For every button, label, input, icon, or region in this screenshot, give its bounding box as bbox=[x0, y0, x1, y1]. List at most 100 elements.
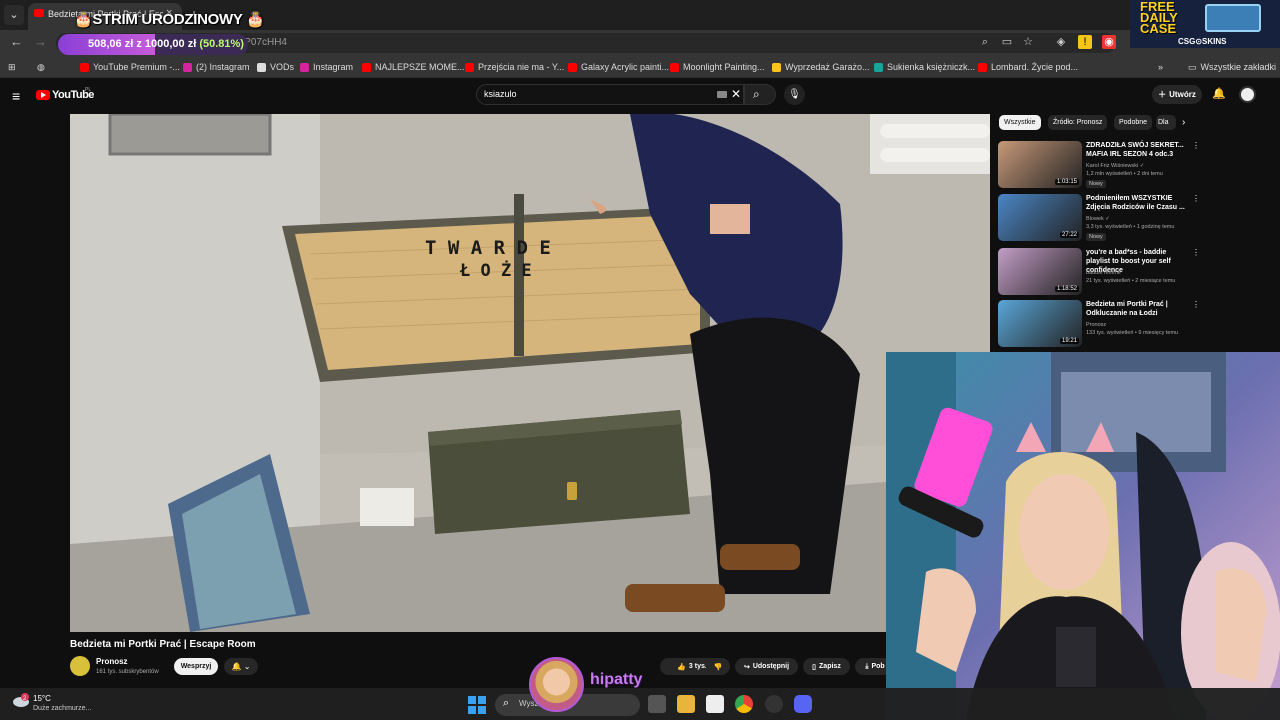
extension-red-icon[interactable]: ◉ bbox=[1102, 35, 1116, 49]
bookmarks-overflow-icon[interactable]: » bbox=[1158, 60, 1163, 74]
recommendation-channel[interactable]: Karol Friz Wiśniewski ✓ bbox=[1086, 162, 1196, 170]
bookmark-item[interactable]: Instagram bbox=[300, 60, 353, 74]
bookmark-item[interactable]: Sukienka księżniczk... bbox=[874, 60, 975, 74]
account-avatar[interactable] bbox=[1239, 86, 1256, 103]
apps-grid-icon[interactable]: ⊞ bbox=[8, 60, 16, 74]
bookmark-label: Sukienka księżniczk... bbox=[887, 62, 976, 72]
bookmark-item[interactable]: Wyprzedaż Garażo... bbox=[772, 60, 869, 74]
share-label: Udostępnij bbox=[752, 663, 790, 670]
recommendation-thumbnail[interactable]: 19:21 bbox=[998, 300, 1082, 347]
weather-temperature: 15°C bbox=[33, 694, 51, 703]
bookmark-label: Instagram bbox=[313, 62, 354, 72]
recommendation-channel[interactable]: baddie femme bbox=[1086, 269, 1196, 277]
share-button[interactable]: ↪ Udostępnij bbox=[735, 658, 798, 675]
recommendation-item[interactable]: 1:18:52 you're a bad*ss - baddie playlist… bbox=[998, 248, 1200, 298]
channel-name[interactable]: Pronosz bbox=[96, 657, 128, 666]
goal-percentage: (50.81%) bbox=[199, 38, 244, 50]
recommendation-thumbnail[interactable]: 27:22 bbox=[998, 194, 1082, 241]
bookmark-item[interactable]: (2) Instagram bbox=[183, 60, 250, 74]
webcam-frame bbox=[886, 352, 1280, 720]
extension-yellow-icon[interactable]: ! bbox=[1078, 35, 1092, 49]
more-options-icon[interactable]: ⋮ bbox=[1192, 194, 1200, 203]
more-options-icon[interactable]: ⋮ bbox=[1192, 248, 1200, 257]
more-options-icon[interactable]: ⋮ bbox=[1192, 300, 1200, 309]
bookmark-item[interactable]: VODs bbox=[257, 60, 294, 74]
recommendation-channel[interactable]: Blowek ✓ bbox=[1086, 215, 1196, 223]
video-duration: 1:18:52 bbox=[1054, 286, 1079, 292]
recommendation-channel[interactable]: Pronosz bbox=[1086, 321, 1196, 329]
more-options-icon[interactable]: ⋮ bbox=[1192, 141, 1200, 150]
donation-goal-text: 508,06 zł z 1000,00 zł (50.81%) bbox=[88, 38, 244, 50]
chip-source[interactable]: Źródło: Pronosz bbox=[1048, 115, 1108, 130]
bookmark-item[interactable]: Lombard. Życie pod... bbox=[978, 60, 1078, 74]
recommendation-thumbnail[interactable]: 1:03:15 bbox=[998, 141, 1082, 188]
youtube-region-label: PL bbox=[85, 87, 92, 93]
share-arrow-icon: ↪ bbox=[743, 663, 750, 671]
recommendation-meta: 1,2 mln wyświetleń • 2 dni temu bbox=[1086, 171, 1163, 177]
save-label: Zapisz bbox=[819, 663, 841, 670]
bookmark-label: Wyprzedaż Garażo... bbox=[785, 62, 870, 72]
recommendation-item[interactable]: 1:03:15 ZDRADZIŁA SWÓJ SEKRET... MAFIA IR… bbox=[998, 141, 1200, 191]
bookmark-item[interactable]: Galaxy Acrylic painti... bbox=[568, 60, 669, 74]
recommendation-title[interactable]: Bedzieta mi Portki Prać | Odkluczanie na… bbox=[1086, 300, 1186, 318]
weather-cloud-icon[interactable]: 2 bbox=[12, 693, 30, 707]
chip-related[interactable]: Podobne bbox=[1114, 115, 1153, 130]
all-bookmarks-folder[interactable]: ▭ Wszystkie zakładki bbox=[1188, 60, 1276, 74]
extension-icon[interactable]: ◈ bbox=[1054, 35, 1068, 49]
like-count: 3 tys. bbox=[688, 663, 707, 670]
bookmark-item[interactable]: YouTube Premium -... bbox=[80, 60, 180, 74]
video-player[interactable]: T W A R D E Ł O Ż E bbox=[70, 114, 990, 632]
subscriber-count: 161 tys. subskrybentów bbox=[96, 669, 159, 675]
recommendation-meta: 3,3 tys. wyświetleń • 1 godzinę temu bbox=[1086, 224, 1175, 230]
store-icon[interactable] bbox=[706, 695, 724, 713]
bookmark-favicon-icon bbox=[257, 62, 266, 72]
recommendation-title[interactable]: Podmieniłem WSZYSTKIE Zdjęcia Rodziców i… bbox=[1086, 194, 1186, 212]
promo-case: CASE bbox=[1140, 21, 1177, 36]
recommendation-thumbnail[interactable]: 1:18:52 bbox=[998, 248, 1082, 295]
streamer-name: hipatty bbox=[590, 671, 643, 688]
plus-icon: ＋ bbox=[1158, 90, 1167, 99]
recommendation-title[interactable]: ZDRADZIŁA SWÓJ SEKRET... MAFIA IRL SEZON… bbox=[1086, 141, 1186, 159]
chip-all[interactable]: Wszystkie bbox=[999, 115, 1041, 130]
dislike-button[interactable]: 👎 bbox=[706, 658, 730, 675]
recommendation-item[interactable]: 27:22 Podmieniłem WSZYSTKIE Zdjęcia Rodzi… bbox=[998, 194, 1200, 244]
bookmark-star-icon[interactable]: ☆ bbox=[1021, 35, 1035, 49]
bookmark-label: (2) Instagram bbox=[196, 62, 250, 72]
hamburger-menu-icon[interactable]: ≡ bbox=[12, 88, 20, 104]
file-explorer-icon[interactable] bbox=[677, 695, 695, 713]
notification-bell-button[interactable]: 🔔 ⌄ bbox=[224, 658, 258, 675]
keyboard-icon[interactable] bbox=[717, 91, 727, 98]
bookmark-favicon-icon bbox=[80, 62, 89, 72]
clear-search-icon[interactable]: ✕ bbox=[731, 87, 741, 101]
bookmark-item[interactable]: NAJLEPSZE MOME... bbox=[362, 60, 465, 74]
search-button[interactable] bbox=[744, 84, 776, 105]
discord-icon[interactable] bbox=[794, 695, 812, 713]
create-button[interactable]: ＋ Utwórz bbox=[1152, 85, 1202, 104]
youtube-logo-icon[interactable] bbox=[36, 90, 50, 100]
bookmark-item[interactable]: Przejścia nie ma - Y... bbox=[465, 60, 564, 74]
cast-icon[interactable]: ▭ bbox=[1000, 35, 1014, 49]
recommendation-item[interactable]: 19:21 Bedzieta mi Portki Prać | Odkluczan… bbox=[998, 300, 1200, 350]
channel-avatar[interactable] bbox=[70, 656, 90, 676]
notifications-bell-icon[interactable]: 🔔 bbox=[1212, 87, 1226, 100]
zoom-icon[interactable]: ⌕ bbox=[978, 35, 992, 49]
tab-search-chevron-icon[interactable]: ⌄ bbox=[4, 5, 24, 25]
back-arrow-icon[interactable]: ← bbox=[10, 34, 23, 49]
app-icon[interactable] bbox=[765, 695, 783, 713]
save-button[interactable]: ▯ Zapisz bbox=[803, 658, 850, 675]
chevron-right-icon[interactable]: › bbox=[1182, 117, 1185, 128]
stream-title: 🎂STRIM URODZINOWY 🎂 bbox=[74, 11, 265, 28]
sign-line-1: T W A R D E bbox=[425, 237, 551, 259]
bookmark-favicon-icon bbox=[772, 62, 781, 72]
bookmark-icon: ▯ bbox=[812, 663, 817, 671]
microphone-icon[interactable]: 🎙 bbox=[784, 84, 805, 105]
chrome-icon[interactable] bbox=[735, 695, 753, 713]
windows-start-icon[interactable] bbox=[468, 696, 486, 714]
task-view-icon[interactable] bbox=[648, 695, 666, 713]
bookmark-pinned-icon[interactable]: ◍ bbox=[37, 60, 45, 74]
support-button[interactable]: Wesprzyj bbox=[174, 658, 218, 675]
chip-for-you[interactable]: Dla bbox=[1156, 115, 1176, 130]
bookmark-item[interactable]: Moonlight Painting... bbox=[670, 60, 765, 74]
thumbs-down-icon: 👎 bbox=[713, 663, 723, 671]
forward-arrow-icon[interactable]: → bbox=[34, 34, 47, 49]
